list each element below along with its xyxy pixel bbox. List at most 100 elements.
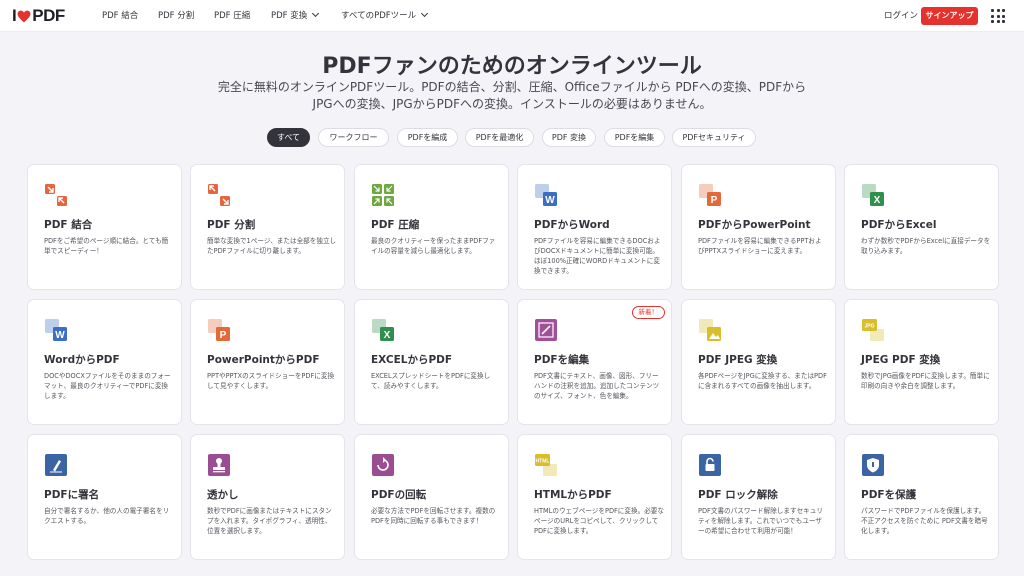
tool-title: PDF 結合 xyxy=(44,219,93,231)
nav-label: PDF 分割 xyxy=(158,11,195,21)
tool-card[interactable]: PDFに署名自分で署名するか、他の人の電子署名をリクエストする。 xyxy=(27,434,182,560)
ilovepdf-logo[interactable]: I PDF xyxy=(12,6,65,25)
tool-title: PowerPointからPDF xyxy=(207,354,320,366)
filter-all[interactable]: すべて xyxy=(267,128,310,147)
tool-description: EXCELスプレッドシートをPDFに変換して、読みやすくします。 xyxy=(371,372,491,390)
nav-convert-pdf[interactable]: PDF 変換 xyxy=(271,0,320,32)
tool-card[interactable]: W PDFからWord PDFファイルを容易に編集できるDOCおよびDOCXドキュメ… xyxy=(517,164,672,290)
tool-description: PPTやPPTXのスライドショーをPDFに変換して見やすくします。 xyxy=(207,372,335,390)
tool-title: PDFを編集 xyxy=(534,354,590,366)
watermark-icon xyxy=(207,453,231,477)
svg-text:P: P xyxy=(220,330,227,341)
sign-icon xyxy=(44,453,68,477)
nav-compress-pdf[interactable]: PDF 圧縮 xyxy=(214,0,250,32)
tool-card[interactable]: PDFを編集 PDF文書にテキスト、画像、図形、フリーハンドの注釈を追加。追加した… xyxy=(517,299,672,425)
tool-title: PDFからExcel xyxy=(861,219,937,231)
new-badge: 新着！ xyxy=(631,306,665,319)
login-link[interactable]: ログイン xyxy=(884,0,918,32)
tool-title: PDF ロック解除 xyxy=(698,489,778,501)
tool-title: PDFの回転 xyxy=(371,489,427,501)
tool-description: 自分で署名するか、他の人の電子署名をリクエストする。 xyxy=(44,507,170,525)
tool-card[interactable]: W WordからPDF DOCやDOCXファイルをそのままのフォーマット、最良のクオ… xyxy=(27,299,182,425)
tool-card[interactable]: PDF 結合 PDFをご希望のページ順に結合。とても簡単でスピーディー！ xyxy=(27,164,182,290)
svg-text:W: W xyxy=(55,330,65,341)
tool-card[interactable]: PDF JPEG 変換各PDFページをJPGに変換する、またはPDFに含まれるす… xyxy=(681,299,836,425)
tool-card[interactable]: X EXCELからPDF EXCELスプレッドシートをPDFに変換して、読みやすくし… xyxy=(354,299,509,425)
tool-title: PDF 圧縮 xyxy=(371,219,420,231)
tool-description: PDF文書のパスワード解除しますセキュリティを解除します。これでいつでもユーザー… xyxy=(698,507,823,535)
split-icon xyxy=(207,183,231,207)
powerpoint-icon: P xyxy=(207,318,231,342)
tool-card[interactable]: PDFを保護 パスワードでPDFファイルを保護します。不正アクセスを防ぐために P… xyxy=(844,434,999,560)
nav-label: PDF 変換 xyxy=(271,11,308,21)
rotate-icon xyxy=(371,453,395,477)
tool-description: 数秒でPDFに画像またはテキストにスタンプを入れます。タイポグラフィ、透明性、位… xyxy=(207,507,332,535)
edit-icon xyxy=(534,318,558,342)
filter-edit[interactable]: PDFを編集 xyxy=(604,128,665,147)
tool-card[interactable]: HTML HTMLからPDF HTMLのウェブページをPDFに変換。必要なページのU… xyxy=(517,434,672,560)
svg-text:HTML: HTML xyxy=(536,459,550,465)
chevron-down-icon xyxy=(312,9,320,18)
filter-security[interactable]: PDFセキュリティ xyxy=(672,128,756,147)
compress-icon xyxy=(371,183,395,207)
tool-card[interactable]: PDF ロック解除 PDF文書のパスワード解除しますセキュリティを解除します。これ… xyxy=(681,434,836,560)
tool-description: PDFファイルを容易に編集できるPPTおよびPPTXスライドショーに変えます。 xyxy=(698,237,822,255)
tool-title: JPEG PDF 変換 xyxy=(861,354,941,366)
tool-card[interactable]: PDFの回転必要な方法でPDFを回転させます。複数のPDFを同時に回転する事もで… xyxy=(354,434,509,560)
tool-description: PDF文書にテキスト、画像、図形、フリーハンドの注釈を追加。追加したコンテンツの… xyxy=(534,372,660,400)
tool-title: PDFからWord xyxy=(534,219,610,231)
apps-grid-icon[interactable] xyxy=(991,9,1005,23)
tool-description: 必要な方法でPDFを回転させます。複数のPDFを同時に回転する事もできます！ xyxy=(371,507,496,525)
excel-icon: X xyxy=(861,183,885,207)
tool-card[interactable]: X PDFからExcel わずか数秒でPDFからExcelに直接データを取り込みます… xyxy=(844,164,999,290)
nav-label: すべてのPDFツール xyxy=(341,11,417,21)
filter-convert[interactable]: PDF 変換 xyxy=(542,128,596,147)
svg-text:JPG: JPG xyxy=(864,324,874,330)
tool-card[interactable]: 透かし数秒でPDFに画像またはテキストにスタンプを入れます。タイポグラフィ、透明… xyxy=(190,434,345,560)
tool-card[interactable]: PDF 圧縮最良のクオリティーを保ったままPDFファイルの容量を減らし最適化しま… xyxy=(354,164,509,290)
signup-button[interactable]: サインアップ xyxy=(921,7,978,25)
tool-title: PDF 分割 xyxy=(207,219,256,231)
filter-workflow[interactable]: ワークフロー xyxy=(318,128,389,147)
tool-description: PDFをご希望のページ順に結合。とても簡単でスピーディー！ xyxy=(44,237,169,255)
tool-description: PDFファイルを容易に編集できるDOCおよびDOCXドキュメントに簡単に変換可能… xyxy=(534,237,661,275)
tool-title: EXCELからPDF xyxy=(371,354,453,366)
svg-text:W: W xyxy=(545,195,555,206)
protect-icon xyxy=(861,453,885,477)
svg-text:P: P xyxy=(711,195,718,206)
tool-description: わずか数秒でPDFからExcelに直接データを取り込みます。 xyxy=(861,237,991,255)
tool-card[interactable]: PDF 分割簡単な変換で1ページ、または全部を独立したPDFファイルに切り離しま… xyxy=(190,164,345,290)
tool-title: 透かし xyxy=(207,489,239,501)
heart-icon xyxy=(17,10,31,22)
tool-title: WordからPDF xyxy=(44,354,120,366)
filter-tabs: すべて ワークフロー PDFを編成 PDFを最適化 PDF 変換 PDFを編集 … xyxy=(0,128,1024,147)
filter-optimize[interactable]: PDFを最適化 xyxy=(465,128,534,147)
nav-split-pdf[interactable]: PDF 分割 xyxy=(158,0,194,32)
nav-label: PDF 圧縮 xyxy=(214,11,251,21)
tool-description: HTMLのウェブページをPDFに変換。必要なページのURLをコピペして、クリック… xyxy=(534,507,664,535)
tool-title: PDF JPEG 変換 xyxy=(698,354,778,366)
tool-title: PDFに署名 xyxy=(44,489,100,501)
word-icon: W xyxy=(44,318,68,342)
nav-label: PDF 結合 xyxy=(102,11,139,21)
tool-title: PDFを保護 xyxy=(861,489,917,501)
tool-title: PDFからPowerPoint xyxy=(698,219,811,231)
powerpoint-icon: P xyxy=(698,183,722,207)
svg-text:X: X xyxy=(384,330,391,341)
tool-card[interactable]: P PDFからPowerPoint PDFファイルを容易に編集できるPPTおよびPP… xyxy=(681,164,836,290)
tool-card[interactable]: P PowerPointからPDF PPTやPPTXのスライドショーをPDFに変換し… xyxy=(190,299,345,425)
nav-merge-pdf[interactable]: PDF 結合 xyxy=(102,0,138,32)
jpg-to-pdf-icon: JPG xyxy=(861,318,885,342)
tool-description: 最良のクオリティーを保ったままPDFファイルの容量を減らし最適化します。 xyxy=(371,237,496,255)
logo-text-right: PDF xyxy=(32,6,65,25)
nav-all-tools[interactable]: すべてのPDFツール xyxy=(341,0,429,32)
logo-text-left: I xyxy=(12,6,17,25)
tool-card[interactable]: JPG JPEG PDF 変換 数秒でJPG画像をPDFに変換します。簡単に印刷の向… xyxy=(844,299,999,425)
excel-icon: X xyxy=(371,318,395,342)
tool-description: 各PDFページをJPGに変換する、またはPDFに含まれるすべての画像を抽出します… xyxy=(698,372,827,390)
html-icon: HTML xyxy=(534,453,558,477)
tool-description: 簡単な変換で1ページ、または全部を独立したPDFファイルに切り離します。 xyxy=(207,237,337,255)
filter-organize[interactable]: PDFを編成 xyxy=(397,128,458,147)
page-title: PDFファンのためのオンラインツール xyxy=(322,54,702,79)
merge-icon xyxy=(44,183,68,207)
